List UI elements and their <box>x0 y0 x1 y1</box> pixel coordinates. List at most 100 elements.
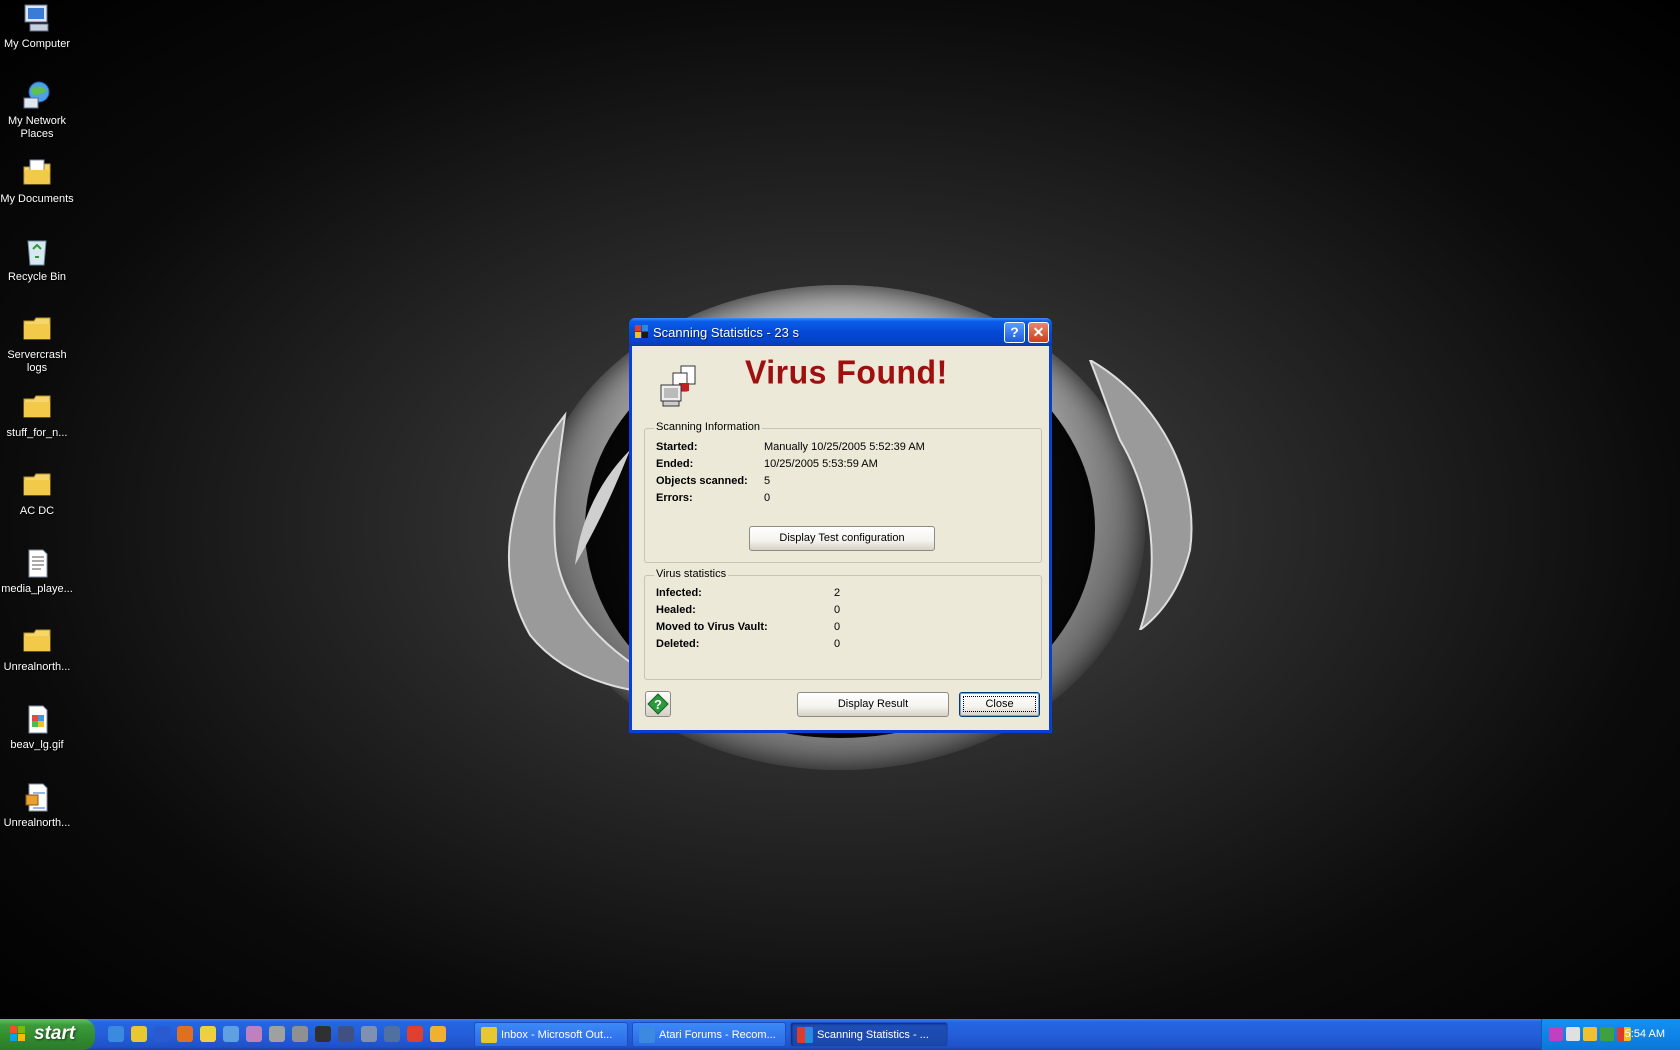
display-test-configuration-button[interactable]: Display Test configuration <box>749 526 935 551</box>
scan-computers-icon <box>660 365 696 407</box>
outlook-icon[interactable] <box>131 1026 147 1042</box>
info-value: Manually 10/25/2005 5:52:39 AM <box>764 441 925 453</box>
desktop-icon-label: Unrealnorth... <box>3 817 71 829</box>
info-key: Errors: <box>656 492 693 504</box>
desktop: My Computer My Network Places My Documen… <box>0 0 1680 1019</box>
folder-icon <box>23 629 51 652</box>
stat-key: Moved to Virus Vault: <box>656 621 768 633</box>
unreal-icon[interactable] <box>338 1026 354 1042</box>
desktop-icon-unrealnorth-folder[interactable]: Unrealnorth... <box>0 625 74 674</box>
printer-tool-icon[interactable] <box>292 1026 308 1042</box>
update-tray-icon[interactable] <box>1600 1027 1614 1041</box>
desktop-icon-label: My Documents <box>0 193 74 205</box>
desktop-icon-unrealnorth-file[interactable]: Unrealnorth... <box>0 781 74 830</box>
stat-value: 2 <box>834 587 841 599</box>
computer-icon <box>24 4 49 32</box>
folder-icon <box>23 395 51 418</box>
close-button-label: Close <box>963 696 1036 712</box>
stat-key: Deleted: <box>656 638 700 650</box>
folder-icon <box>23 473 51 496</box>
windows-flag-icon <box>10 1026 25 1041</box>
desktop-icon-my-computer[interactable]: My Computer <box>0 2 74 51</box>
tray-app-icon[interactable] <box>1549 1027 1563 1041</box>
antivirus-app-icon <box>797 1027 813 1043</box>
wallpaper-right-blade <box>1088 360 1193 630</box>
group-legend: Scanning Information <box>654 421 762 433</box>
outlook-icon <box>481 1027 497 1043</box>
desktop-icon-beav-gif[interactable]: beav_lg.gif <box>0 703 74 752</box>
folder-icon <box>23 317 51 340</box>
stat-value: 0 <box>834 621 841 633</box>
task-scanning-statistics[interactable]: Scanning Statistics - ... <box>790 1022 948 1047</box>
desktop-icon-label: stuff_for_n... <box>6 427 68 439</box>
desktop-icon-my-documents[interactable]: My Documents <box>0 157 74 206</box>
documents-folder-icon <box>23 159 51 185</box>
recycle-bin-icon <box>27 240 47 266</box>
taskbar: start Inbox - Microsoft Out... Atari For… <box>0 1019 1680 1050</box>
internet-explorer-icon <box>639 1027 655 1043</box>
shortcut-file-icon <box>25 783 48 812</box>
task-outlook[interactable]: Inbox - Microsoft Out... <box>474 1022 628 1047</box>
svg-text:?: ? <box>654 697 662 712</box>
image-file-icon <box>28 705 48 734</box>
desktop-icon-label: Recycle Bin <box>7 271 67 283</box>
desktop-icon-label: AC DC <box>19 505 55 517</box>
close-button[interactable]: Close <box>959 692 1040 717</box>
desktop-icon-stuff-folder[interactable]: stuff_for_n... <box>0 391 74 440</box>
start-button[interactable]: start <box>0 1019 95 1050</box>
task-label: Scanning Statistics - ... <box>817 1029 929 1041</box>
steam-icon[interactable] <box>1566 1027 1580 1041</box>
desktop-icon-my-network-places[interactable]: My Network Places <box>0 79 74 141</box>
virus-statistics-group: Virus statistics Infected: 2 Healed: 0 M… <box>644 568 1042 680</box>
task-label: Atari Forums - Recom... <box>659 1029 776 1041</box>
stat-key: Infected: <box>656 587 702 599</box>
help-button[interactable]: ? <box>645 691 671 717</box>
app-shortcut-icon[interactable] <box>430 1026 446 1042</box>
opera-icon[interactable] <box>407 1026 423 1042</box>
desktop-icon-recycle-bin[interactable]: Recycle Bin <box>0 235 74 284</box>
info-key: Started: <box>656 441 698 453</box>
info-value: 10/25/2005 5:53:59 AM <box>764 458 878 470</box>
desktop-icon-label: media_playe... <box>1 583 73 595</box>
messenger-icon[interactable] <box>200 1026 216 1042</box>
start-label: start <box>34 1023 76 1044</box>
desktop-icon-label: Unrealnorth... <box>3 661 71 673</box>
help-title-button[interactable]: ? <box>1004 322 1025 343</box>
stat-key: Healed: <box>656 604 696 616</box>
info-value: 0 <box>764 492 771 504</box>
network-tool-icon[interactable] <box>223 1026 239 1042</box>
desktop-icon-media-player[interactable]: media_playe... <box>0 547 74 596</box>
stat-value: 0 <box>834 604 841 616</box>
scanning-statistics-dialog: Scanning Statistics - 23 s ? ✕ Virus Fou… <box>629 318 1052 733</box>
desktop-icon-label: Servercrash logs <box>7 349 67 374</box>
system-tray: 5:54 AM <box>1541 1019 1680 1050</box>
close-title-button[interactable]: ✕ <box>1028 322 1049 343</box>
desktop-icon-label: beav_lg.gif <box>10 739 64 751</box>
internet-explorer-icon[interactable] <box>108 1026 124 1042</box>
display-result-button[interactable]: Display Result <box>797 692 949 717</box>
tools-icon[interactable] <box>384 1026 400 1042</box>
stat-value: 0 <box>834 638 841 650</box>
headset-icon[interactable] <box>361 1026 377 1042</box>
network-globe-icon <box>23 81 50 109</box>
virus-found-headline: Virus Found! <box>745 353 948 391</box>
group-legend: Virus statistics <box>654 568 729 580</box>
info-key: Objects scanned: <box>656 475 748 487</box>
info-value: 5 <box>764 475 771 487</box>
desktop-icon-label: My Network Places <box>7 115 67 140</box>
desktop-icon-servercrash-logs[interactable]: Servercrash logs <box>0 313 74 375</box>
firefox-icon[interactable] <box>177 1026 193 1042</box>
game-icon[interactable] <box>315 1026 331 1042</box>
scanning-information-group: Scanning Information Started: Manually 1… <box>644 421 1042 563</box>
media-app-icon[interactable] <box>246 1026 262 1042</box>
clock[interactable]: 5:54 AM <box>1625 1028 1665 1040</box>
task-atari-forums[interactable]: Atari Forums - Recom... <box>632 1022 786 1047</box>
dialog-titlebar[interactable]: Scanning Statistics - 23 s ? ✕ <box>629 318 1052 346</box>
antivirus-app-icon <box>635 325 648 338</box>
info-key: Ended: <box>656 458 694 470</box>
dialog-title: Scanning Statistics - 23 s <box>653 325 799 340</box>
game-launcher-icon[interactable] <box>269 1026 285 1042</box>
messenger-tray-icon[interactable] <box>1583 1027 1597 1041</box>
desktop-icon-ac-dc[interactable]: AC DC <box>0 469 74 518</box>
show-desktop-icon[interactable] <box>154 1026 170 1042</box>
